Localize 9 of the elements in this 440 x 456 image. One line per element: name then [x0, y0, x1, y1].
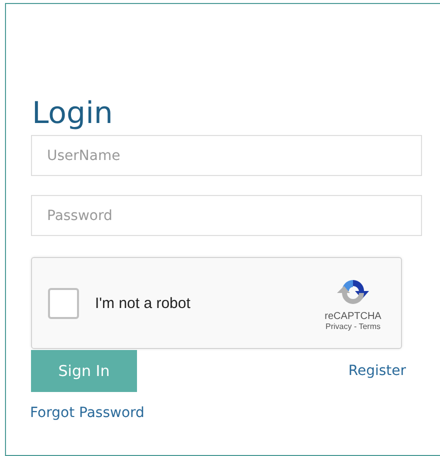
forgot-password-link[interactable]: Forgot Password	[30, 405, 144, 421]
captcha-label: I'm not a robot	[95, 294, 192, 312]
privacy-terms-link[interactable]: Privacy - Terms	[326, 322, 380, 331]
input-field[interactable]: Password	[31, 195, 422, 236]
captcha-checkbox[interactable]	[48, 288, 79, 318]
login-title: Login	[32, 96, 113, 132]
input-field[interactable]: UserName	[31, 135, 422, 176]
register-link[interactable]: Register	[348, 363, 406, 379]
captcha-brand: reCAPTCHA	[324, 311, 382, 322]
